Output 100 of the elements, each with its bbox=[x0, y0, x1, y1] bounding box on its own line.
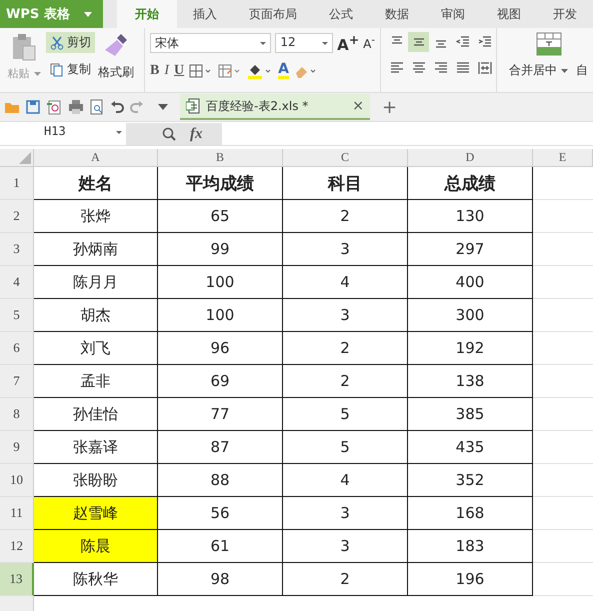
format-painter-button[interactable]: 格式刷 bbox=[98, 64, 134, 81]
font-size-field[interactable]: 12 bbox=[275, 33, 334, 53]
ribbon-tab[interactable]: 审阅 bbox=[425, 0, 481, 28]
column-header[interactable]: E bbox=[533, 149, 593, 167]
caret-icon bbox=[84, 12, 92, 16]
table-cell: 张烨 bbox=[34, 200, 158, 233]
table-cell: 87 bbox=[158, 431, 283, 464]
table-cell: 总成绩 bbox=[408, 167, 533, 200]
table-cell: 297 bbox=[408, 233, 533, 266]
close-tab-button[interactable]: × bbox=[352, 98, 364, 114]
table-cell: 赵雪峰 bbox=[34, 497, 158, 530]
table-cell: 400 bbox=[408, 266, 533, 299]
row-header[interactable]: 12 bbox=[0, 530, 34, 563]
align-distribute-icon bbox=[476, 60, 492, 76]
table-cell: 胡杰 bbox=[34, 299, 158, 332]
shrink-font-button[interactable]: A$^{-}$ bbox=[363, 35, 375, 51]
save-icon[interactable] bbox=[26, 100, 40, 114]
copy-button[interactable]: 复制 bbox=[46, 59, 95, 80]
table-cell: 300 bbox=[408, 299, 533, 332]
table-cell: 96 bbox=[158, 332, 283, 365]
zoom-icon[interactable] bbox=[162, 127, 176, 141]
row-header[interactable]: 10 bbox=[0, 464, 34, 497]
table-cell: 77 bbox=[158, 398, 283, 431]
table-cell: 56 bbox=[158, 497, 283, 530]
table-cell: 张嘉译 bbox=[34, 431, 158, 464]
insert-function-button[interactable]: fx bbox=[190, 126, 202, 142]
print-preview-icon[interactable] bbox=[90, 99, 104, 115]
table-cell: 刘飞 bbox=[34, 332, 158, 365]
app-title: WPS 表格 bbox=[6, 6, 70, 23]
copy-icon bbox=[50, 62, 64, 76]
ribbon-tab[interactable]: 数据 bbox=[369, 0, 425, 28]
document-tab[interactable]: 百度经验-表2.xls * × bbox=[180, 94, 370, 120]
undo-icon[interactable] bbox=[110, 100, 124, 114]
table-cell: 435 bbox=[408, 431, 533, 464]
new-tab-button[interactable]: + bbox=[382, 96, 398, 118]
row-header[interactable]: 13 bbox=[0, 563, 34, 596]
table-cell: 孟非 bbox=[34, 365, 158, 398]
table-cell: 352 bbox=[408, 464, 533, 497]
italic-button[interactable]: I bbox=[164, 62, 170, 78]
align-middle-button[interactable] bbox=[408, 32, 429, 52]
merge-center-button[interactable]: 合并居中 bbox=[509, 62, 568, 79]
table-cell: 192 bbox=[408, 332, 533, 365]
ribbon-tab[interactable]: 视图 bbox=[481, 0, 537, 28]
ribbon-tab[interactable]: 页面布局 bbox=[233, 0, 313, 28]
font-name-field[interactable]: 宋体 bbox=[150, 33, 272, 53]
table-cell: 2 bbox=[283, 365, 408, 398]
column-header[interactable]: B bbox=[158, 149, 283, 167]
export-icon[interactable] bbox=[46, 99, 62, 115]
ribbon-tab[interactable]: 开始 bbox=[117, 0, 177, 28]
table-cell: 69 bbox=[158, 365, 283, 398]
table-cell: 2 bbox=[283, 200, 408, 233]
font-color-button[interactable]: A bbox=[278, 62, 289, 79]
spreadsheet-file-icon bbox=[186, 98, 200, 114]
bold-button[interactable]: B bbox=[150, 62, 160, 78]
row-header[interactable]: 11 bbox=[0, 497, 34, 530]
row-header[interactable]: 7 bbox=[0, 365, 34, 398]
caret-icon[interactable] bbox=[158, 104, 168, 110]
column-header[interactable]: C bbox=[283, 149, 408, 167]
row-header[interactable]: 1 bbox=[0, 167, 34, 200]
table-cell: 196 bbox=[408, 563, 533, 596]
column-header[interactable]: A bbox=[34, 149, 158, 167]
fill-color-icon bbox=[247, 62, 274, 78]
table-cell: 2 bbox=[283, 563, 408, 596]
table-cell: 4 bbox=[283, 464, 408, 497]
column-header[interactable]: D bbox=[408, 149, 533, 167]
cell-style-icon bbox=[218, 64, 242, 78]
row-header[interactable]: 2 bbox=[0, 200, 34, 233]
grow-font-button[interactable]: A$^{+}$ bbox=[337, 32, 360, 54]
table-cell: 3 bbox=[283, 299, 408, 332]
row-header[interactable]: 8 bbox=[0, 398, 34, 431]
table-cell: 3 bbox=[283, 233, 408, 266]
underline-button[interactable]: U bbox=[174, 62, 184, 78]
row-header[interactable]: 5 bbox=[0, 299, 34, 332]
table-cell: 孙佳怡 bbox=[34, 398, 158, 431]
table-cell: 平均成绩 bbox=[158, 167, 283, 200]
table-cell: 183 bbox=[408, 530, 533, 563]
ribbon-button[interactable]: 自 bbox=[576, 62, 588, 79]
table-cell: 陈秋华 bbox=[34, 563, 158, 596]
ribbon-tab[interactable]: 公式 bbox=[313, 0, 369, 28]
table-cell: 61 bbox=[158, 530, 283, 563]
table-cell: 科目 bbox=[283, 167, 408, 200]
table-cell: 3 bbox=[283, 497, 408, 530]
print-icon[interactable] bbox=[68, 100, 84, 114]
table-cell: 陈晨 bbox=[34, 530, 158, 563]
table-cell: 88 bbox=[158, 464, 283, 497]
row-header[interactable]: 3 bbox=[0, 233, 34, 266]
table-cell: 100 bbox=[158, 266, 283, 299]
row-header[interactable]: 4 bbox=[0, 266, 34, 299]
row-header[interactable]: 6 bbox=[0, 332, 34, 365]
row-header[interactable]: 9 bbox=[0, 431, 34, 464]
cut-button[interactable]: 剪切 bbox=[46, 32, 95, 53]
caret-icon bbox=[34, 72, 40, 76]
ribbon-tab[interactable]: 开发 bbox=[537, 0, 593, 28]
table-cell: 5 bbox=[283, 431, 408, 464]
table-cell: 5 bbox=[283, 398, 408, 431]
table-cell: 130 bbox=[408, 200, 533, 233]
ribbon-tab[interactable]: 插入 bbox=[177, 0, 233, 28]
table-cell: 陈月月 bbox=[34, 266, 158, 299]
border-icon bbox=[189, 64, 214, 78]
table-cell: 385 bbox=[408, 398, 533, 431]
